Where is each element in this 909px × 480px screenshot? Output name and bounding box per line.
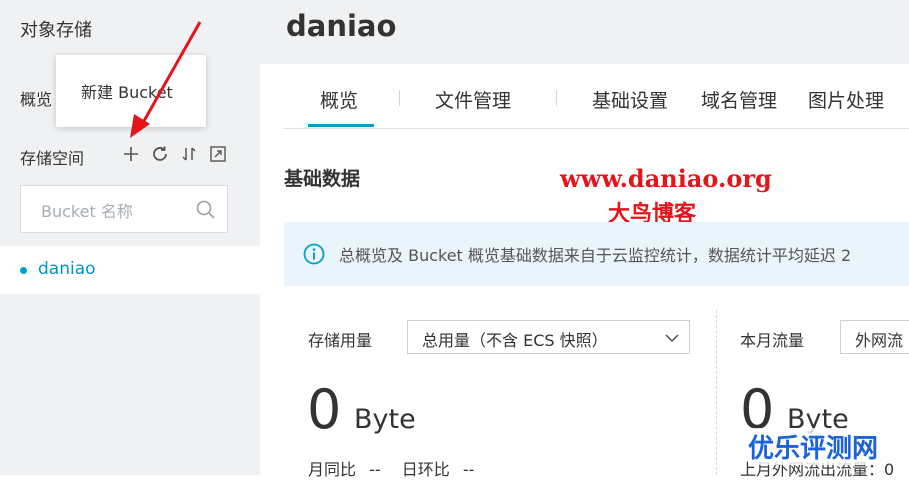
monthly-traffic-label: 本月流量 [740, 331, 805, 350]
bucket-search-box [20, 185, 228, 233]
watermark-site-url: www.daniao.org [560, 164, 772, 193]
bucket-search-input[interactable] [39, 198, 193, 224]
storage-usage-value: 0 [307, 378, 342, 441]
bucket-list-item[interactable]: daniao [0, 246, 260, 294]
tab-separator [556, 90, 557, 106]
month-yoy-label: 月同比 [308, 460, 357, 479]
month-yoy: 月同比 -- 日环比 -- [308, 456, 474, 480]
page-title: daniao [286, 9, 397, 43]
tab-image-processing[interactable]: 图片处理 [808, 86, 884, 113]
notice-text: 总概览及 Bucket 概览基础数据来自于云监控统计，数据统计平均延迟 2 [339, 246, 852, 265]
watermark-corner: 优乐评测网 [748, 428, 879, 465]
storage-usage-label: 存储用量 [308, 331, 373, 350]
bucket-name: daniao [38, 259, 96, 279]
active-tab-indicator [308, 124, 374, 127]
tab-bar: 概览 文件管理 基础设置 域名管理 图片处理 [284, 66, 909, 129]
refresh-icon [153, 146, 167, 161]
storage-usage-select-value: 总用量（不含 ECS 快照） [422, 331, 608, 350]
page-header: daniao [260, 0, 909, 64]
sidebar-title: 对象存储 [20, 20, 92, 41]
chevron-down-icon [665, 334, 679, 343]
add-bucket-button[interactable] [120, 143, 142, 165]
day-dod-value: -- [462, 460, 475, 479]
sidebar-item-overview[interactable]: 概览 [20, 86, 52, 110]
day-dod-label: 日环比 [401, 460, 450, 479]
traffic-select-value: 外网流 [855, 331, 904, 350]
storage-usage-select[interactable]: 总用量（不含 ECS 快照） [407, 320, 690, 354]
storage-space-label: 存储空间 [20, 149, 85, 168]
tooltip-text: 新建 Bucket [81, 83, 173, 102]
section-title: 基础数据 [284, 168, 361, 190]
sort-button[interactable] [178, 143, 200, 165]
bucket-status-dot [20, 267, 27, 274]
traffic-select[interactable]: 外网流 [840, 320, 909, 354]
storage-space-toolbar [120, 143, 229, 165]
tab-overview[interactable]: 概览 [320, 86, 358, 113]
plus-icon [124, 147, 138, 161]
refresh-button[interactable] [149, 143, 171, 165]
info-icon [303, 243, 325, 265]
expand-button[interactable] [207, 143, 229, 165]
storage-usage-unit: Byte [354, 404, 416, 435]
month-yoy-value: -- [369, 460, 381, 479]
card-divider [716, 310, 717, 475]
tab-file-management[interactable]: 文件管理 [435, 86, 511, 113]
info-notice: 总概览及 Bucket 概览基础数据来自于云监控统计，数据统计平均延迟 2 [284, 222, 909, 286]
tab-domain-management[interactable]: 域名管理 [701, 86, 777, 113]
expand-icon [210, 146, 226, 162]
tab-basic-settings[interactable]: 基础设置 [592, 86, 668, 113]
sort-icon [182, 147, 196, 161]
new-bucket-tooltip: 新建 Bucket [56, 55, 206, 127]
tab-separator [399, 90, 400, 106]
search-icon[interactable] [195, 199, 217, 221]
